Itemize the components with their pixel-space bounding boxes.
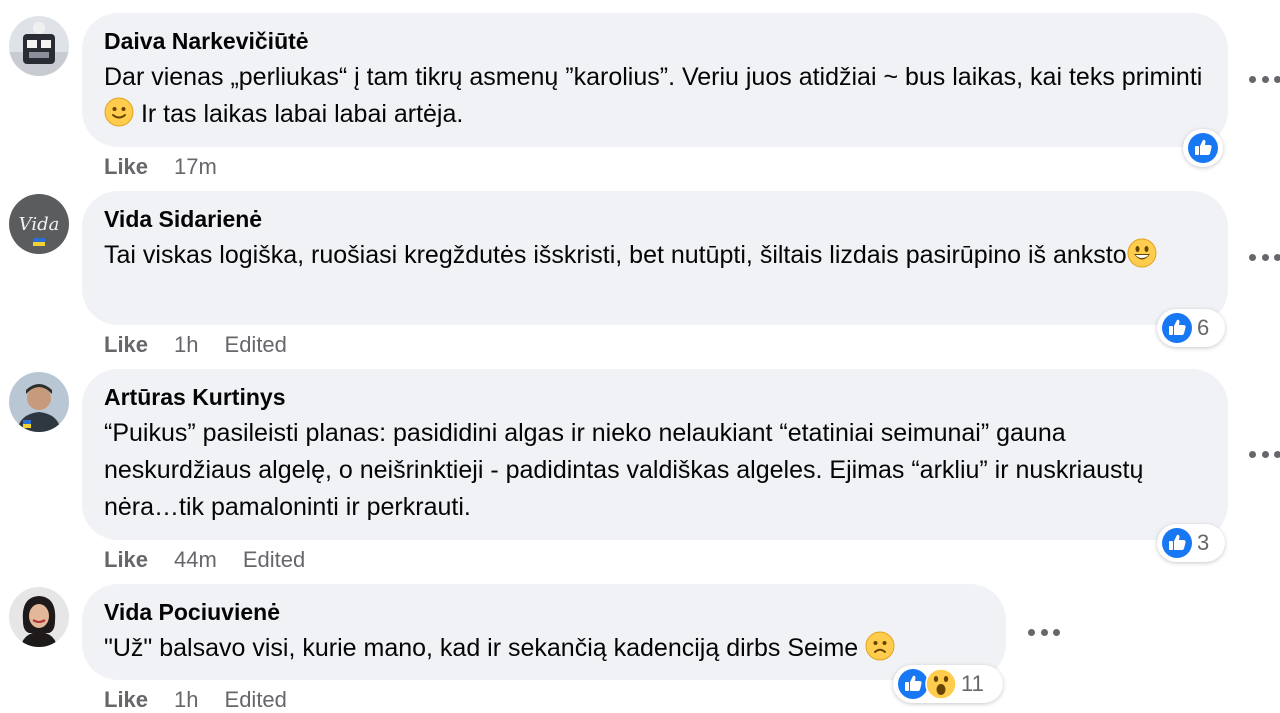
comment-author[interactable]: Vida Sidarienė [104,205,1206,233]
svg-text:Vida: Vida [19,214,60,235]
like-link[interactable]: Like [104,547,148,573]
like-reaction-icon [1162,528,1192,558]
like-reaction-icon [1162,313,1192,343]
comment-time[interactable]: 1h [174,687,198,713]
reaction-summary[interactable] [1183,129,1223,167]
comment-text: "Už" balsavo visi, kurie mano, kad ir se… [104,630,984,667]
comment-meta: Like 44m Edited [104,547,331,573]
avatar-photo [9,372,69,432]
reaction-count: 3 [1197,530,1210,555]
like-reaction-icon [1188,133,1218,163]
more-options-icon[interactable] [1024,622,1064,642]
edited-label: Edited [224,687,287,712]
comment-text-main: Dar vienas „perliukas“ į tam tikrų asmen… [104,63,1203,91]
reaction-summary[interactable]: 11 [893,665,1003,703]
comment-text-tail: Ir tas laikas labai labai artėja. [134,100,464,128]
avatar[interactable]: Vida [9,194,69,254]
avatar[interactable] [9,587,69,647]
comment-bubble: Artūras Kurtinys “Puikus” pasileisti pla… [82,369,1228,540]
like-link[interactable]: Like [104,154,148,180]
comment-meta: Like 1h Edited [104,332,313,358]
reaction-count: 6 [1197,315,1210,340]
reaction-summary[interactable]: 6 [1157,309,1225,347]
comment-bubble: Daiva Narkevičiūtė Dar vienas „perliukas… [82,13,1228,147]
comment-time[interactable]: 1h [174,332,198,358]
like-link[interactable]: Like [104,687,148,713]
reaction-summary[interactable]: 3 [1157,524,1225,562]
comment-meta: Like 17m [104,154,243,180]
grinning-face-emoji [1127,238,1157,268]
comment-author[interactable]: Vida Pociuvienė [104,598,984,626]
more-options-icon[interactable] [1245,444,1280,464]
comment-time[interactable]: 17m [174,154,217,180]
comment-text: “Puikus” pasileisti planas: pasididini a… [104,419,1144,521]
edited-label: Edited [224,332,287,357]
comment-author[interactable]: Artūras Kurtinys [104,383,1206,411]
slightly-smiling-face-emoji [104,97,134,127]
avatar[interactable] [9,16,69,76]
frowning-face-emoji [865,631,895,661]
avatar-photo [9,16,69,76]
comment-author[interactable]: Daiva Narkevičiūtė [104,27,1206,55]
comment-text: Tai viskas logiška, ruošiasi kregždutės … [104,237,1206,274]
reaction-count: 11 [961,671,984,696]
comment-meta: Like 1h Edited [104,687,313,713]
edited-label: Edited [242,547,306,572]
comment-text: Dar vienas „perliukas“ į tam tikrų asmen… [104,59,1206,133]
avatar[interactable] [9,372,69,432]
comment-bubble: Vida Pociuvienė "Už" balsavo visi, kurie… [82,584,1006,680]
more-options-icon[interactable] [1245,69,1280,89]
comment-text-main: "Už" balsavo visi, kurie mano, kad ir se… [104,634,859,662]
avatar-photo [9,587,69,647]
comment-text-main: Tai viskas logiška, ruošiasi kregždutės … [104,241,1127,269]
avatar-photo: Vida [9,194,69,254]
comment-bubble: Vida Sidarienė Tai viskas logiška, ruoši… [82,191,1228,325]
more-options-icon[interactable] [1245,247,1280,267]
comment-time[interactable]: 44m [174,547,217,573]
wow-reaction-icon [925,668,957,700]
like-link[interactable]: Like [104,332,148,358]
